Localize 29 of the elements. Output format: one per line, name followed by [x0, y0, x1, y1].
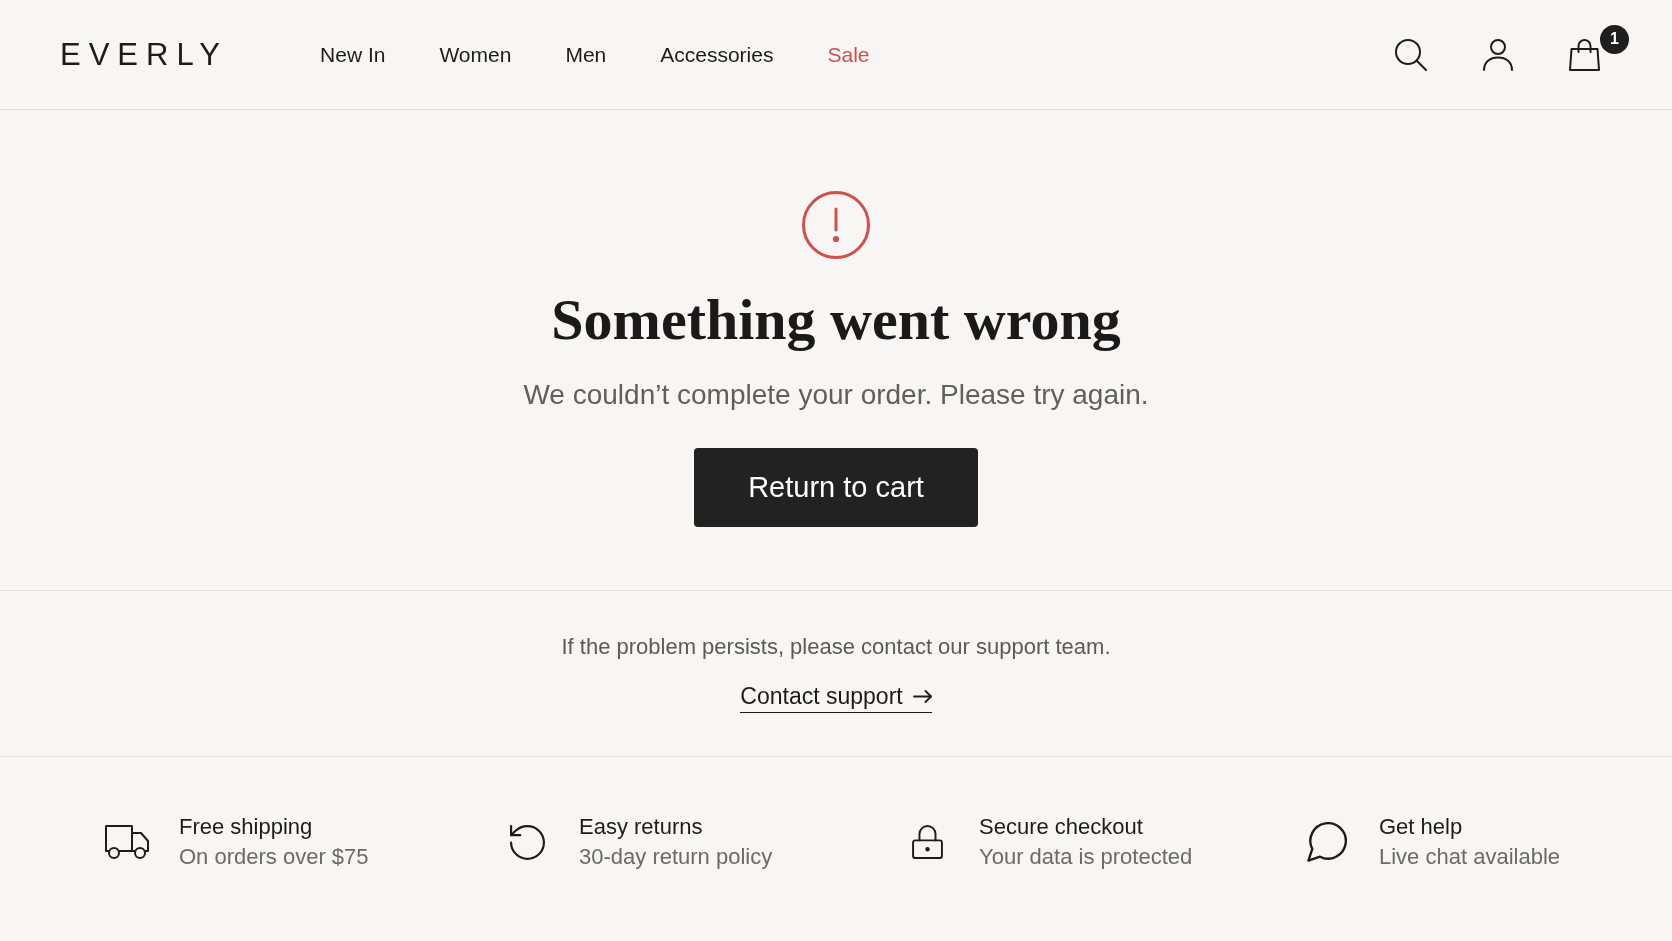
nav-link[interactable]: Men: [565, 40, 607, 69]
feature-title: Free shipping: [179, 813, 314, 841]
feature-title: Secure checkout: [979, 813, 1144, 841]
feature-title: Get help: [1379, 813, 1464, 841]
feature-subtitle: Your data is protected: [979, 843, 1193, 871]
nav-link[interactable]: Women: [439, 40, 512, 69]
nav-link[interactable]: Sale: [827, 40, 870, 69]
truck-icon: [105, 825, 149, 859]
error-heading: Something went wrong: [551, 287, 1121, 353]
contact-support-link[interactable]: Contact support: [740, 682, 932, 713]
support-text: If the problem persists, please contact our support team.: [561, 633, 1111, 661]
arrow-right-icon: [912, 690, 932, 703]
feature-subtitle: Live chat available: [1379, 843, 1560, 871]
alert-circle-icon: [802, 191, 870, 259]
cart-count-badge: 1: [1600, 24, 1629, 54]
user-icon[interactable]: [1483, 38, 1513, 71]
feature-title: Easy returns: [579, 813, 704, 841]
return-to-cart-button[interactable]: Return to cart: [694, 448, 978, 527]
error-message: We couldn’t complete your order. Please try again.: [523, 378, 1149, 412]
padlock-icon: [911, 825, 943, 859]
chat-bubble-icon: [1307, 822, 1347, 862]
nav-link[interactable]: New In: [320, 40, 386, 69]
feature-subtitle: On orders over $75: [179, 843, 369, 871]
brand-logo[interactable]: EVERLY: [60, 39, 229, 70]
rotate-arrow-icon: [509, 824, 545, 860]
feature-subtitle: 30-day return policy: [579, 843, 773, 871]
nav-link[interactable]: Accessories: [660, 40, 774, 69]
shopping-bag-icon[interactable]: [1569, 38, 1600, 71]
search-icon[interactable]: [1395, 38, 1427, 71]
